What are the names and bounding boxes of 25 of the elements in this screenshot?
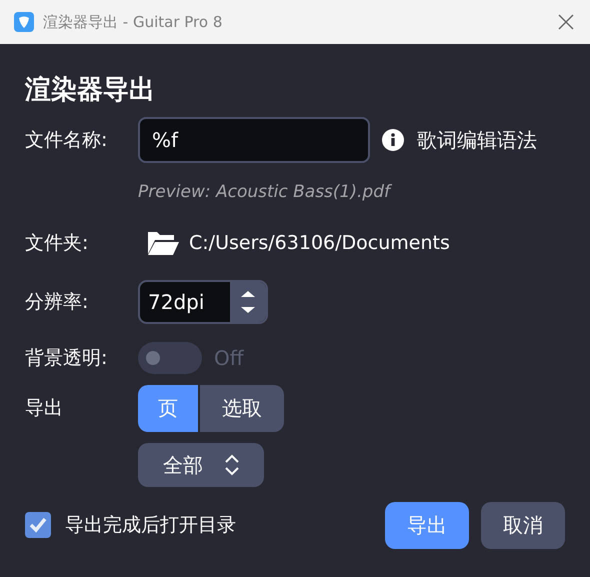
spin-arrows-icon <box>240 288 256 316</box>
folder-path: C:/Users/63106/Documents <box>189 232 450 254</box>
filename-field[interactable]: %f <box>138 117 370 163</box>
segment-tab[interactable]: 选取 <box>200 384 284 432</box>
filename-preview: Preview: Acoustic Bass(1).pdf <box>138 182 390 202</box>
field-label: 背景透明: <box>25 346 108 371</box>
resolution-spinbox[interactable]: 72dpi <box>138 280 268 324</box>
field-label: 导出 <box>25 396 64 421</box>
lyrics-syntax-link[interactable]: 歌词编辑语法 <box>417 126 537 154</box>
folder-icon[interactable] <box>147 230 179 256</box>
app-icon <box>14 12 34 32</box>
info-icon <box>382 129 404 151</box>
toggle-state: Off <box>214 346 244 370</box>
updown-chevron-icon <box>225 454 239 476</box>
window-title: 渲染器导出 - Guitar Pro 8 <box>43 12 224 32</box>
close-icon <box>558 14 574 30</box>
close-button[interactable] <box>556 12 576 32</box>
field-label: 文件名称: <box>25 128 108 153</box>
checkbox-label: 导出完成后打开目录 <box>65 513 236 538</box>
checkbox[interactable] <box>25 512 51 538</box>
dialog-heading: 渲染器导出 <box>25 74 155 107</box>
cancel-button[interactable]: 取消 <box>481 502 565 548</box>
field-label: 文件夹: <box>25 231 90 256</box>
range-dropdown[interactable]: 全部 <box>138 443 264 487</box>
field-label: 分辨率: <box>25 290 90 315</box>
